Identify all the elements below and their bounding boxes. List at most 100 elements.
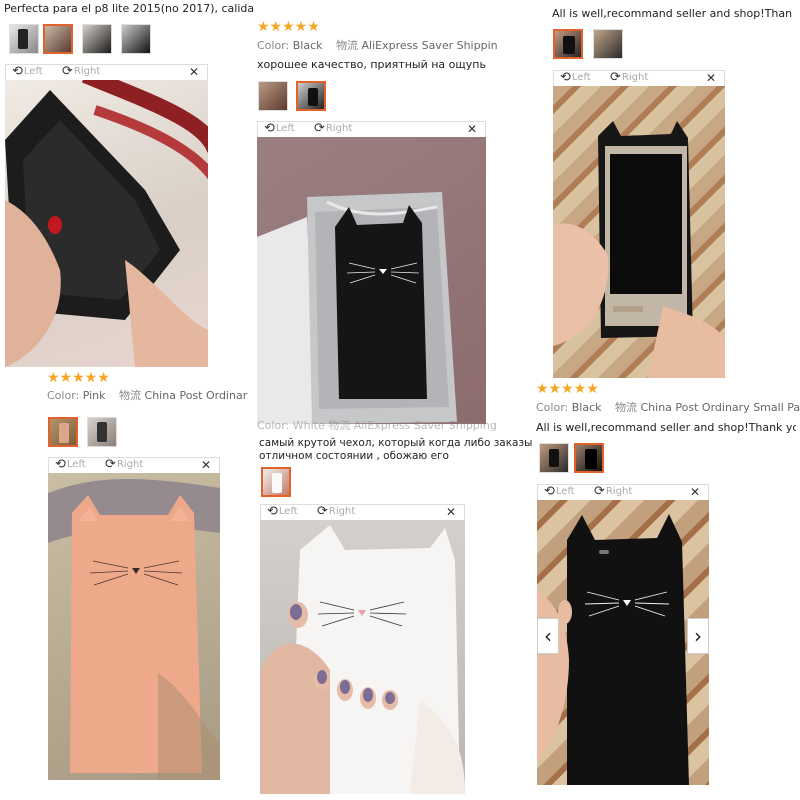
- close-icon[interactable]: ✕: [189, 65, 199, 79]
- rotate-left-icon: ⟲: [55, 457, 66, 472]
- review-photo: [48, 473, 220, 780]
- rotate-right-label: Right: [116, 459, 144, 470]
- review-text: All is well,recommand seller and shop!Th…: [536, 421, 796, 434]
- rotate-left-icon: ⟲: [264, 121, 275, 136]
- shipping-label: 物流: [336, 39, 358, 52]
- rotate-right-button[interactable]: ⟳ Right: [314, 122, 352, 136]
- review-photo-drawing: [48, 478, 220, 780]
- review-photo-drawing: [553, 121, 725, 378]
- rotate-right-label: Right: [605, 486, 633, 497]
- color-value: Black: [571, 401, 602, 414]
- image-toolbar: ⟲ Left ⟳ Right ✕: [260, 504, 465, 520]
- color-label: Color:: [47, 389, 80, 402]
- review-photo: [260, 520, 465, 794]
- rotate-right-label: Right: [621, 72, 649, 83]
- product-meta: Color: Pink 物流 China Post Ordinary Small…: [47, 389, 248, 403]
- product-meta-partial: Color: White 物流 AliExpress Saver Shippin…: [257, 419, 497, 432]
- image-toolbar: ⟲ Left ⟳ Right ✕: [257, 121, 486, 137]
- thumbnail-selected[interactable]: [261, 467, 291, 497]
- rotate-left-icon: ⟲: [560, 70, 571, 85]
- rotate-left-button[interactable]: ⟲ Left: [12, 65, 43, 79]
- thumbnail[interactable]: [87, 417, 117, 447]
- shipping-value: China Post Ordinary Small Packet Plus: [144, 389, 248, 402]
- product-meta: Color: Black 物流 China Post Ordinary Smal…: [536, 401, 800, 415]
- rotate-left-icon: ⟲: [544, 484, 555, 499]
- previous-image-button[interactable]: ‹: [537, 618, 559, 654]
- rating-stars: ★★★★★: [257, 19, 320, 35]
- shipping-label: 物流: [615, 401, 637, 414]
- rotate-right-button[interactable]: ⟳ Right: [62, 65, 100, 79]
- rotate-right-label: Right: [325, 123, 353, 134]
- rotate-right-icon: ⟳: [314, 121, 325, 136]
- review-photo-drawing: [257, 192, 457, 424]
- review-text: отличном состоянии , обожаю его: [259, 450, 449, 462]
- review-photo: [553, 86, 725, 378]
- review-photo-drawing: [260, 525, 465, 794]
- rotate-right-label: Right: [328, 506, 356, 517]
- rotate-right-button[interactable]: ⟳ Right: [594, 485, 632, 499]
- review-text: Perfecta para el p8 lite 2015(no 2017), …: [4, 2, 254, 15]
- rotate-right-icon: ⟳: [317, 504, 328, 519]
- color-value: Pink: [82, 389, 106, 402]
- shipping-label: 物流: [119, 389, 142, 402]
- shipping-value: China Post Ordinary Small Packet Plus: [640, 401, 800, 414]
- rotate-left-label: Left: [571, 72, 591, 83]
- close-icon[interactable]: ✕: [706, 71, 716, 85]
- image-toolbar: ⟲ Left ⟳ Right ✕: [553, 70, 725, 86]
- color-label: Color:: [257, 39, 290, 52]
- rotate-left-label: Left: [23, 66, 43, 77]
- rotate-left-icon: ⟲: [12, 64, 23, 79]
- review-photo: ‹ ›: [537, 500, 709, 785]
- review-photo-drawing: [537, 514, 689, 785]
- thumbnail[interactable]: [121, 24, 151, 54]
- close-icon[interactable]: ✕: [446, 505, 456, 519]
- review-text: All is well,recommand seller and shop!Th…: [552, 7, 792, 20]
- rotate-left-button[interactable]: ⟲ Left: [267, 505, 298, 519]
- color-label: Color:: [536, 401, 569, 414]
- thumbnail-selected[interactable]: [553, 29, 583, 59]
- rotate-left-label: Left: [66, 459, 86, 470]
- image-toolbar: ⟲ Left ⟳ Right ✕: [48, 457, 220, 473]
- rotate-right-button[interactable]: ⟳ Right: [317, 505, 355, 519]
- rotate-left-button[interactable]: ⟲ Left: [560, 71, 591, 85]
- rotate-right-icon: ⟳: [105, 457, 116, 472]
- image-toolbar: ⟲ Left ⟳ Right ✕: [537, 484, 709, 500]
- rotate-right-label: Right: [73, 66, 101, 77]
- thumbnail[interactable]: [539, 443, 569, 473]
- color-value: Black: [292, 39, 323, 52]
- rotate-left-icon: ⟲: [267, 504, 278, 519]
- shipping-value: AliExpress Saver Shipping: [361, 39, 498, 52]
- rotate-right-icon: ⟳: [594, 484, 605, 499]
- rating-stars: ★★★★★: [47, 370, 110, 386]
- thumbnail[interactable]: [593, 29, 623, 59]
- close-icon[interactable]: ✕: [467, 122, 477, 136]
- close-icon[interactable]: ✕: [690, 485, 700, 499]
- rotate-left-label: Left: [278, 506, 298, 517]
- rotate-left-button[interactable]: ⟲ Left: [55, 458, 86, 472]
- rotate-right-button[interactable]: ⟳ Right: [610, 71, 648, 85]
- rotate-left-button[interactable]: ⟲ Left: [544, 485, 575, 499]
- thumbnail[interactable]: [9, 24, 39, 54]
- review-text: самый крутой чехол, который когда либо з…: [259, 437, 533, 449]
- thumbnail-selected[interactable]: [48, 417, 78, 447]
- thumbnail[interactable]: [258, 81, 288, 111]
- rotate-right-icon: ⟳: [62, 64, 73, 79]
- review-text: хорошее качество, приятный на ощупь: [257, 58, 486, 71]
- product-meta: Color: Black 物流 AliExpress Saver Shippin…: [257, 39, 497, 53]
- chevron-right-icon: ›: [694, 624, 702, 648]
- next-image-button[interactable]: ›: [687, 618, 709, 654]
- thumbnail-selected[interactable]: [43, 24, 73, 54]
- review-photo: [257, 137, 486, 424]
- thumbnail[interactable]: [82, 24, 112, 54]
- thumbnail-selected[interactable]: [296, 81, 326, 111]
- rotate-right-icon: ⟳: [610, 70, 621, 85]
- rotate-right-button[interactable]: ⟳ Right: [105, 458, 143, 472]
- rotate-left-button[interactable]: ⟲ Left: [264, 122, 295, 136]
- rotate-left-label: Left: [275, 123, 295, 134]
- rotate-left-label: Left: [555, 486, 575, 497]
- review-photo-drawing: [5, 80, 208, 367]
- image-toolbar: ⟲ Left ⟳ Right ✕: [5, 64, 208, 80]
- close-icon[interactable]: ✕: [201, 458, 211, 472]
- thumbnail-selected[interactable]: [574, 443, 604, 473]
- chevron-left-icon: ‹: [544, 624, 552, 648]
